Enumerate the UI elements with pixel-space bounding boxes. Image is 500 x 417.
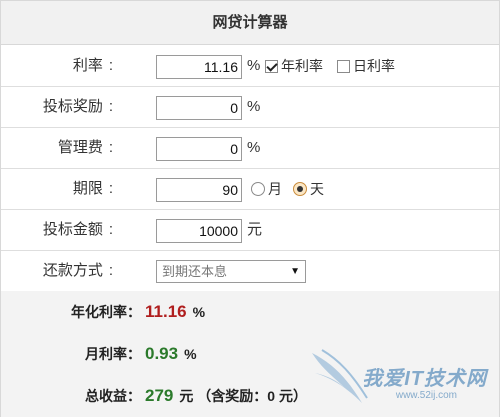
bid-bonus-label: 投标奖励 <box>42 98 103 115</box>
annual-rate-label: 年利率 <box>281 58 323 74</box>
result-total-income: 总收益： 279 元 （含奖励：0 元） <box>1 375 499 417</box>
calculator-title: 网贷计算器 <box>1 1 499 45</box>
term-colon: : <box>108 180 113 197</box>
management-fee-colon: : <box>108 139 113 156</box>
repayment-method-label: 还款方式 <box>42 262 103 279</box>
term-month-label: 月 <box>268 181 282 197</box>
dropdown-arrow-icon: ▼ <box>290 266 300 277</box>
annual-rate-result-label: 年化利率： <box>71 304 141 320</box>
interest-rate-unit: % <box>247 57 261 74</box>
repayment-method-colon: : <box>108 262 113 279</box>
row-interest-rate: 利率: % 年利率 日利率 <box>1 46 499 87</box>
bid-bonus-unit: % <box>247 98 261 115</box>
row-bid-bonus: 投标奖励: % <box>1 87 499 128</box>
checkbox-checked-icon <box>265 59 278 73</box>
annual-rate-checkbox[interactable]: 年利率 <box>265 46 323 86</box>
term-label: 期限 <box>72 180 103 197</box>
interest-rate-input[interactable] <box>156 55 242 79</box>
radio-selected-icon <box>293 182 307 197</box>
annual-rate-result-value: 11.16 <box>145 302 187 321</box>
bid-bonus-input[interactable] <box>156 96 242 120</box>
row-management-fee: 管理费: % <box>1 128 499 169</box>
term-input[interactable] <box>156 178 242 202</box>
bid-amount-colon: : <box>108 221 113 238</box>
term-day-radio[interactable]: 天 <box>293 169 324 209</box>
total-income-result-value: 279 <box>145 386 174 405</box>
row-bid-amount: 投标金额: 元 <box>1 210 499 251</box>
bid-bonus-colon: : <box>108 98 113 115</box>
daily-rate-checkbox[interactable]: 日利率 <box>337 46 395 86</box>
management-fee-unit: % <box>247 139 261 156</box>
bid-amount-input[interactable] <box>156 219 242 243</box>
monthly-rate-result-suffix: % <box>184 346 197 362</box>
annual-rate-result-suffix: % <box>192 304 206 320</box>
monthly-rate-result-label: 月利率： <box>85 346 141 362</box>
result-monthly-rate: 月利率： 0.93% <box>1 333 499 375</box>
results-panel: 年化利率： 11.16% 月利率： 0.93% 总收益： 279 元 （含奖励：0 元） <box>1 291 499 417</box>
bid-amount-unit: 元 <box>247 221 263 238</box>
management-fee-label: 管理费 <box>57 139 103 156</box>
interest-rate-colon: : <box>108 57 113 74</box>
bid-amount-label: 投标金额 <box>42 221 103 238</box>
total-income-result-label: 总收益： <box>85 388 141 404</box>
row-term: 期限: 月 天 <box>1 169 499 210</box>
repayment-method-select[interactable]: 到期还本息 ▼ <box>156 260 306 283</box>
result-annual-rate: 年化利率： 11.16% <box>1 291 499 333</box>
total-income-result-suffix: 元 （含奖励：0 元） <box>179 388 307 404</box>
management-fee-input[interactable] <box>156 137 242 161</box>
daily-rate-label: 日利率 <box>353 58 395 74</box>
loan-calculator: 网贷计算器 利率: % 年利率 日利率 投标奖励: % 管理费: % 期限: 月… <box>0 0 500 417</box>
repayment-method-selected: 到期还本息 <box>162 264 228 279</box>
term-day-label: 天 <box>310 181 324 197</box>
interest-rate-label: 利率 <box>72 57 103 74</box>
monthly-rate-result-value: 0.93 <box>145 344 179 363</box>
checkbox-icon <box>337 59 350 73</box>
row-repayment-method: 还款方式: 到期还本息 ▼ <box>1 251 499 292</box>
term-month-radio[interactable]: 月 <box>251 169 282 209</box>
radio-icon <box>251 182 265 197</box>
